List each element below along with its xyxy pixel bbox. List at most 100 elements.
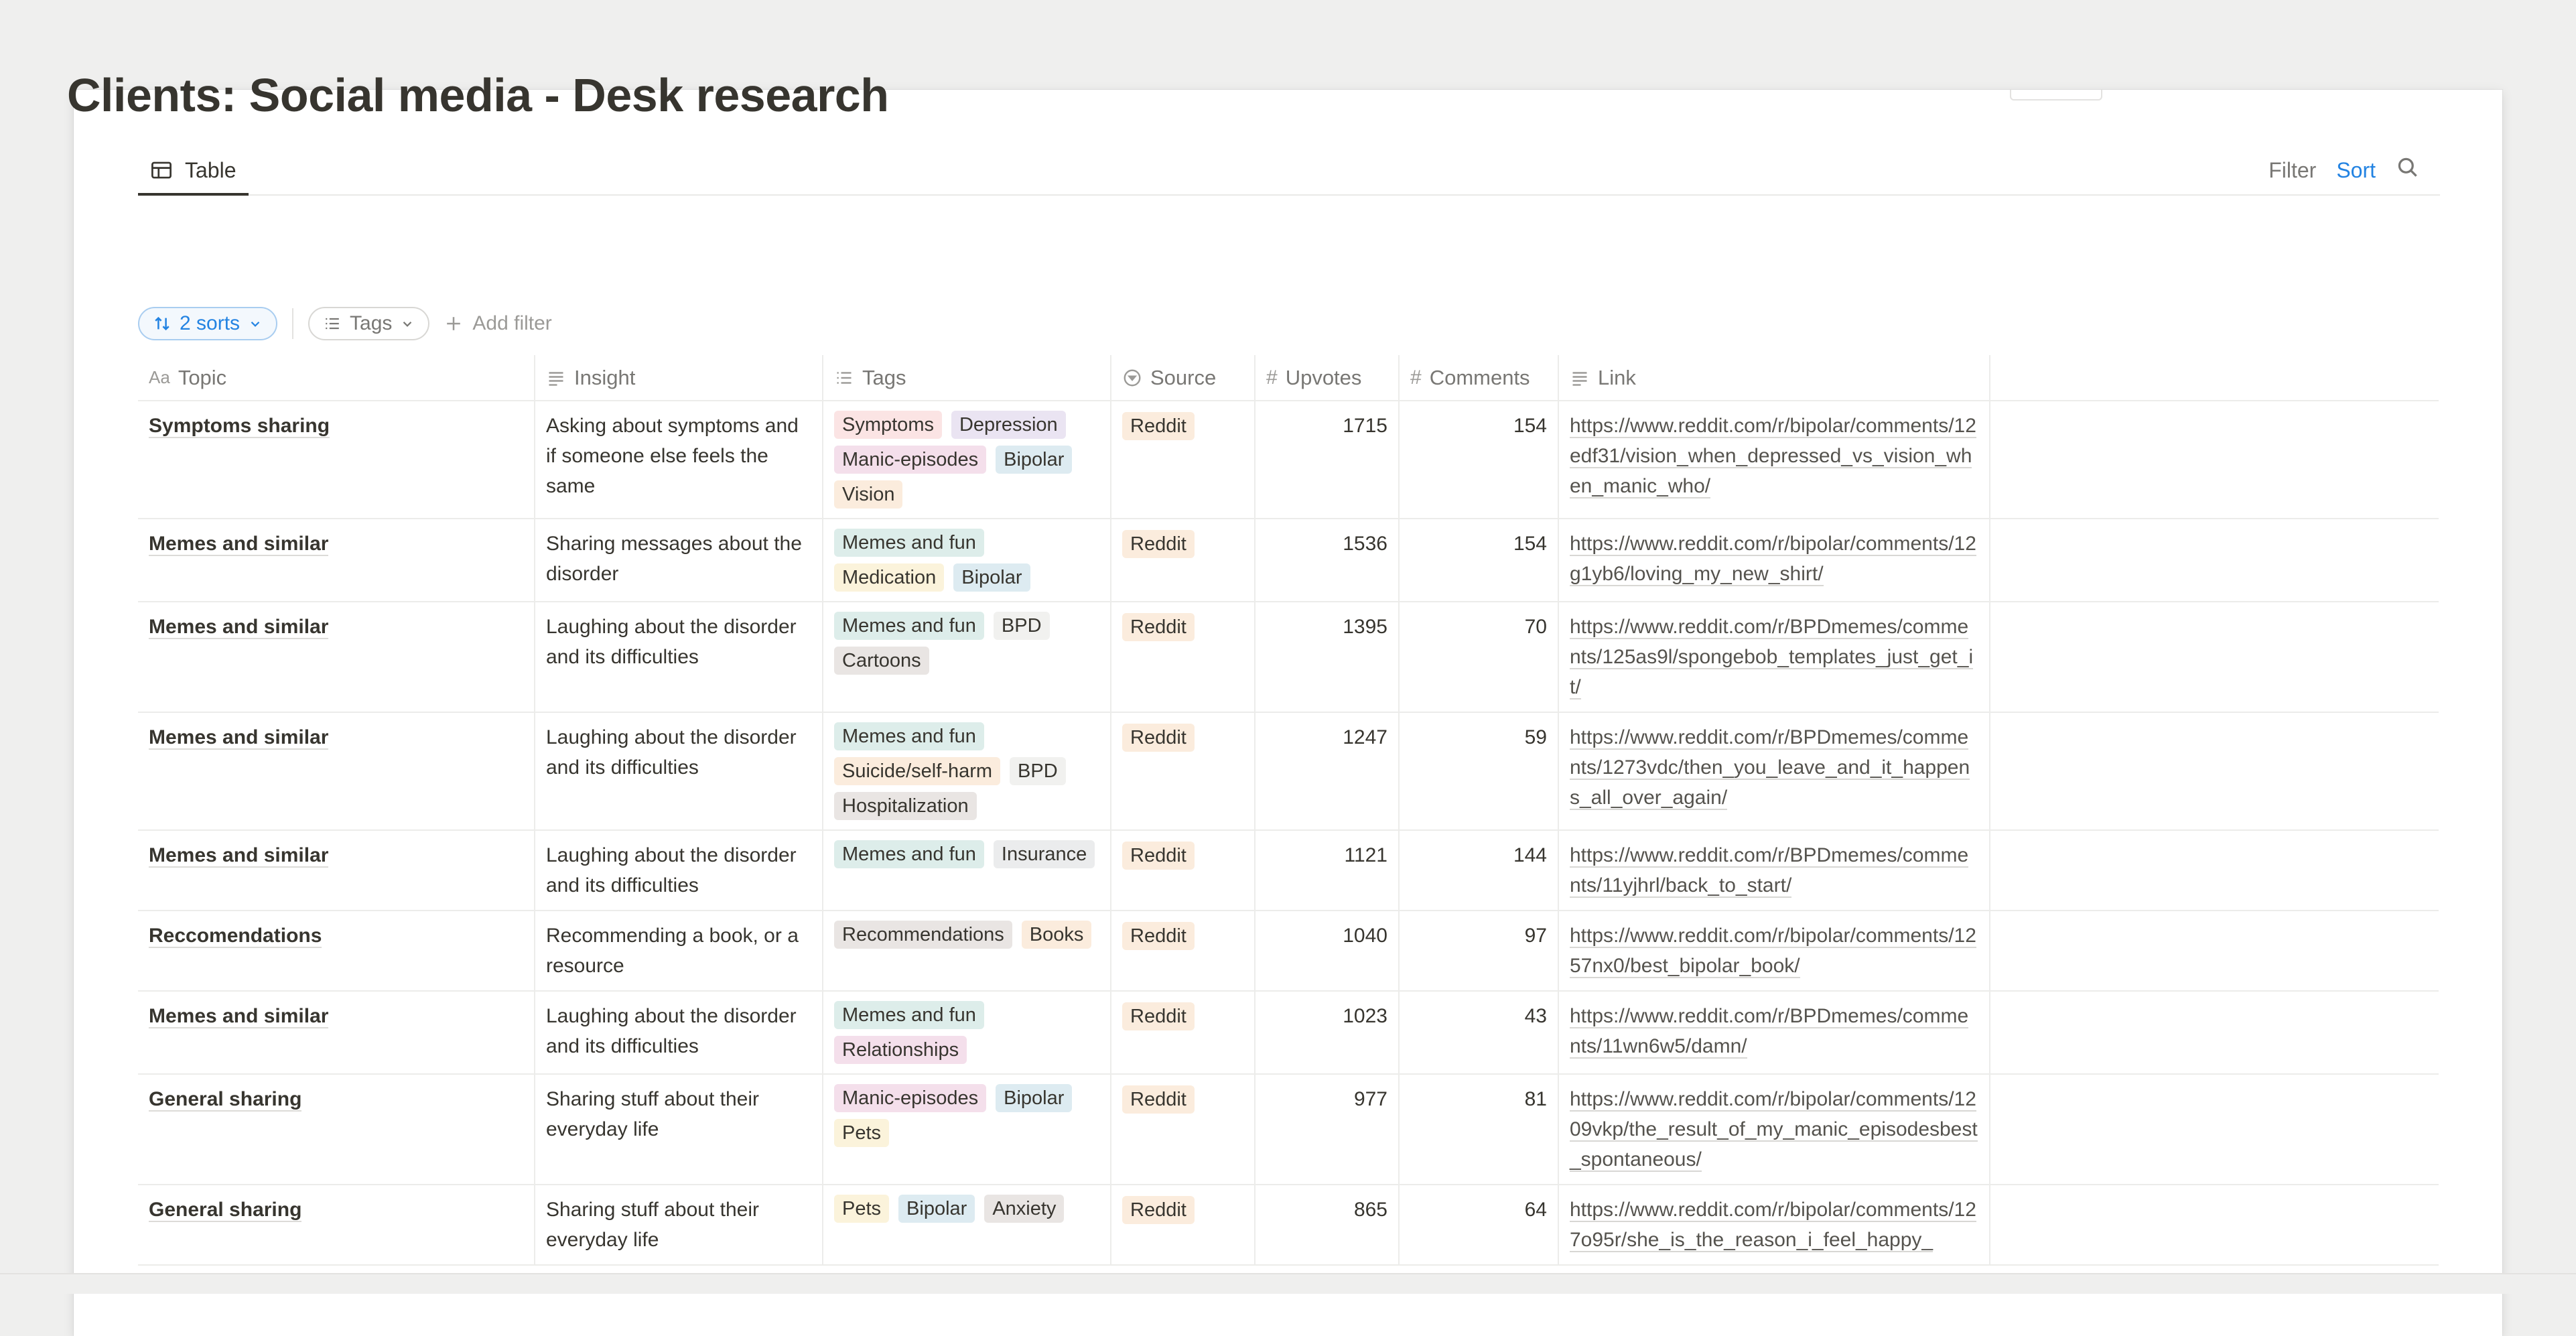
column-header-upvotes[interactable]: # Upvotes: [1254, 355, 1399, 401]
cell-tags[interactable]: Memes and fun Suicide/self-harm BPD Hospita…: [822, 712, 1111, 831]
cell-source[interactable]: Reddit: [1110, 830, 1255, 911]
cell-comments[interactable]: 64: [1398, 1185, 1558, 1266]
cell-upvotes[interactable]: 865: [1254, 1185, 1399, 1266]
cell-insight[interactable]: Laughing about the disorder and its diff…: [534, 991, 823, 1075]
table-row[interactable]: Reccomendations Recommending a book, or a…: [138, 911, 2439, 992]
cell-insight[interactable]: Laughing about the disorder and its diff…: [534, 602, 823, 713]
link-url[interactable]: https://www.reddit.com/r/bipolar/comment…: [1570, 1199, 1976, 1252]
cell-tags[interactable]: Memes and fun BPD Cartoons: [822, 602, 1111, 713]
cell-comments[interactable]: 43: [1398, 991, 1558, 1075]
cell-topic[interactable]: Memes and similar: [138, 830, 535, 911]
cell-link[interactable]: https://www.reddit.com/r/bipolar/comment…: [1558, 519, 1990, 602]
cell-topic[interactable]: Memes and similar: [138, 712, 535, 831]
cell-source[interactable]: Reddit: [1110, 519, 1255, 602]
table-row[interactable]: Memes and similar Sharing messages about …: [138, 519, 2439, 602]
link-url[interactable]: https://www.reddit.com/r/BPDmemes/commen…: [1570, 726, 1970, 810]
sorts-pill[interactable]: 2 sorts: [138, 307, 278, 340]
cell-link[interactable]: https://www.reddit.com/r/BPDmemes/commen…: [1558, 830, 1990, 911]
cell-comments[interactable]: 70: [1398, 602, 1558, 713]
cell-tags[interactable]: Pets Bipolar Anxiety: [822, 1185, 1111, 1266]
cell-comments[interactable]: 144: [1398, 830, 1558, 911]
cell-topic[interactable]: Symptoms sharing: [138, 401, 535, 519]
column-header-source[interactable]: Source: [1110, 355, 1255, 401]
cell-comments[interactable]: 97: [1398, 911, 1558, 992]
column-header-tags[interactable]: Tags: [822, 355, 1111, 401]
cell-tags[interactable]: Memes and fun Relationships: [822, 991, 1111, 1075]
cell-source[interactable]: Reddit: [1110, 911, 1255, 992]
table-row[interactable]: Memes and similar Laughing about the diso…: [138, 602, 2439, 713]
cell-tags[interactable]: Recommendations Books: [822, 911, 1111, 992]
link-url[interactable]: https://www.reddit.com/r/bipolar/comment…: [1570, 415, 1976, 498]
add-filter-button[interactable]: Add filter: [444, 312, 552, 335]
topic-text[interactable]: General sharing: [149, 1199, 302, 1222]
table-row[interactable]: General sharing Sharing stuff about their…: [138, 1185, 2439, 1266]
link-url[interactable]: https://www.reddit.com/r/BPDmemes/commen…: [1570, 844, 1969, 898]
cell-upvotes[interactable]: 1536: [1254, 519, 1399, 602]
link-url[interactable]: https://www.reddit.com/r/bipolar/comment…: [1570, 533, 1976, 586]
topic-text[interactable]: Symptoms sharing: [149, 415, 330, 438]
cell-insight[interactable]: Sharing stuff about their everyday life: [534, 1185, 823, 1266]
cell-insight[interactable]: Sharing messages about the disorder: [534, 519, 823, 602]
cell-insight[interactable]: Laughing about the disorder and its diff…: [534, 712, 823, 831]
cell-comments[interactable]: 154: [1398, 519, 1558, 602]
cell-link[interactable]: https://www.reddit.com/r/BPDmemes/commen…: [1558, 602, 1990, 713]
cell-topic[interactable]: Memes and similar: [138, 602, 535, 713]
cell-comments[interactable]: 81: [1398, 1074, 1558, 1185]
cell-tags[interactable]: Memes and fun Medication Bipolar: [822, 519, 1111, 602]
cell-topic[interactable]: Memes and similar: [138, 991, 535, 1075]
cell-insight[interactable]: Asking about symptoms and if someone els…: [534, 401, 823, 519]
tab-table[interactable]: Table: [138, 147, 249, 196]
link-url[interactable]: https://www.reddit.com/r/bipolar/comment…: [1570, 1088, 1978, 1172]
cell-insight[interactable]: Sharing stuff about their everyday life: [534, 1074, 823, 1185]
cell-upvotes[interactable]: 1247: [1254, 712, 1399, 831]
topic-text[interactable]: Reccomendations: [149, 925, 322, 948]
filter-button[interactable]: Filter: [2268, 158, 2316, 183]
cell-source[interactable]: Reddit: [1110, 602, 1255, 713]
cell-tags[interactable]: Manic-episodes Bipolar Pets: [822, 1074, 1111, 1185]
cell-topic[interactable]: Reccomendations: [138, 911, 535, 992]
cell-tags[interactable]: Memes and fun Insurance: [822, 830, 1111, 911]
topic-text[interactable]: Memes and similar: [149, 844, 329, 868]
cell-upvotes[interactable]: 1715: [1254, 401, 1399, 519]
cell-source[interactable]: Reddit: [1110, 1185, 1255, 1266]
link-url[interactable]: https://www.reddit.com/r/bipolar/comment…: [1570, 925, 1976, 978]
cell-topic[interactable]: General sharing: [138, 1185, 535, 1266]
table-row[interactable]: Memes and similar Laughing about the diso…: [138, 991, 2439, 1075]
topic-text[interactable]: Memes and similar: [149, 726, 329, 750]
column-header-topic[interactable]: Aa Topic: [138, 355, 535, 401]
sort-button[interactable]: Sort: [2336, 158, 2376, 183]
cell-upvotes[interactable]: 977: [1254, 1074, 1399, 1185]
cell-link[interactable]: https://www.reddit.com/r/bipolar/comment…: [1558, 401, 1990, 519]
cell-source[interactable]: Reddit: [1110, 401, 1255, 519]
cell-link[interactable]: https://www.reddit.com/r/BPDmemes/commen…: [1558, 991, 1990, 1075]
cell-upvotes[interactable]: 1023: [1254, 991, 1399, 1075]
tags-filter-pill[interactable]: Tags: [308, 307, 430, 340]
cell-source[interactable]: Reddit: [1110, 991, 1255, 1075]
cell-upvotes[interactable]: 1121: [1254, 830, 1399, 911]
cell-upvotes[interactable]: 1395: [1254, 602, 1399, 713]
link-url[interactable]: https://www.reddit.com/r/BPDmemes/commen…: [1570, 1005, 1969, 1059]
topic-text[interactable]: Memes and similar: [149, 616, 329, 639]
cell-link[interactable]: https://www.reddit.com/r/bipolar/comment…: [1558, 911, 1990, 992]
topic-text[interactable]: Memes and similar: [149, 533, 329, 556]
table-row[interactable]: Memes and similar Laughing about the diso…: [138, 830, 2439, 911]
link-url[interactable]: https://www.reddit.com/r/BPDmemes/commen…: [1570, 616, 1974, 699]
cell-source[interactable]: Reddit: [1110, 712, 1255, 831]
table-row[interactable]: Memes and similar Laughing about the diso…: [138, 712, 2439, 831]
cell-upvotes[interactable]: 1040: [1254, 911, 1399, 992]
cell-link[interactable]: https://www.reddit.com/r/bipolar/comment…: [1558, 1074, 1990, 1185]
table-row[interactable]: General sharing Sharing stuff about their…: [138, 1074, 2439, 1185]
cell-tags[interactable]: Symptoms Depression Manic-episodes Bipolar V…: [822, 401, 1111, 519]
cell-source[interactable]: Reddit: [1110, 1074, 1255, 1185]
column-header-link[interactable]: Link: [1558, 355, 1990, 401]
cell-comments[interactable]: 154: [1398, 401, 1558, 519]
column-header-insight[interactable]: Insight: [534, 355, 823, 401]
cell-topic[interactable]: General sharing: [138, 1074, 535, 1185]
table-row[interactable]: Symptoms sharing Asking about symptoms an…: [138, 401, 2439, 519]
search-button[interactable]: [2396, 155, 2420, 185]
topic-text[interactable]: Memes and similar: [149, 1005, 329, 1028]
topic-text[interactable]: General sharing: [149, 1088, 302, 1112]
column-header-comments[interactable]: # Comments: [1398, 355, 1558, 401]
cell-comments[interactable]: 59: [1398, 712, 1558, 831]
cell-link[interactable]: https://www.reddit.com/r/bipolar/comment…: [1558, 1185, 1990, 1266]
